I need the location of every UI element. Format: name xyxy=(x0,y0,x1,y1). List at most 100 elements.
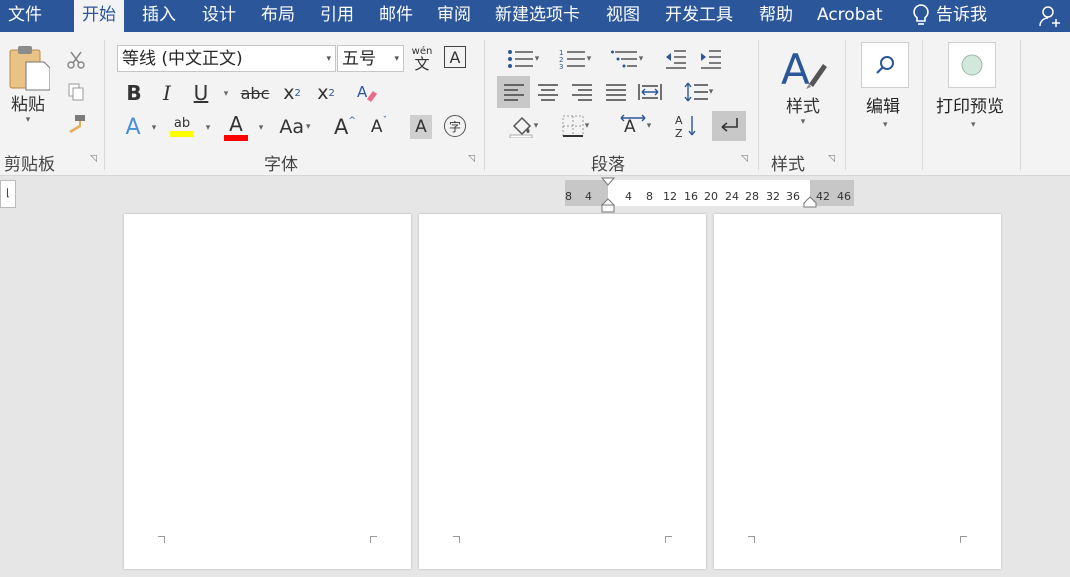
tab-references[interactable]: 引用 xyxy=(320,0,354,32)
bold-button[interactable]: B xyxy=(122,80,146,106)
subscript-button[interactable]: x2 xyxy=(278,80,306,106)
align-right-button[interactable] xyxy=(568,78,596,106)
shrink-font-letter: A xyxy=(370,117,383,137)
align-left-button[interactable] xyxy=(497,76,530,108)
phonetic-guide-button[interactable]: wén 文 xyxy=(409,44,435,74)
character-border-button[interactable]: A xyxy=(444,46,466,68)
character-shading-button[interactable]: A xyxy=(410,115,432,139)
clipboard-group-label: 剪贴板 xyxy=(4,155,55,175)
change-case-button[interactable]: Aa ▾ xyxy=(275,114,315,140)
font-color-bar xyxy=(224,135,248,141)
format-painter-button[interactable] xyxy=(64,112,88,136)
highlight-dropdown[interactable]: ▾ xyxy=(202,118,214,138)
decrease-indent-button[interactable] xyxy=(662,46,690,72)
justify-button[interactable] xyxy=(602,78,630,106)
svg-text:A: A xyxy=(781,45,810,92)
highlight-button[interactable]: ab xyxy=(168,112,196,142)
distributed-button[interactable] xyxy=(636,78,664,106)
dialog-launcher-icon[interactable]: ◹ xyxy=(468,154,478,164)
tab-selector[interactable]: ⌊ xyxy=(0,180,16,208)
tab-review[interactable]: 审阅 xyxy=(437,0,471,32)
sort-button[interactable]: AZ xyxy=(674,112,700,140)
dialog-launcher-icon[interactable]: ◹ xyxy=(90,154,100,164)
font-name-value: 等线 (中文正文) xyxy=(122,49,243,69)
chevron-down-icon: ▾ xyxy=(394,54,399,64)
align-left-icon xyxy=(503,84,524,101)
grow-font-letter: A xyxy=(334,115,349,139)
paste-button[interactable]: 粘贴 ▾ xyxy=(4,44,52,144)
multilevel-list-button[interactable]: ▾ xyxy=(604,46,650,72)
underline-dropdown[interactable]: ▾ xyxy=(220,84,232,104)
copy-button[interactable] xyxy=(64,80,88,104)
editing-label: 编辑 xyxy=(866,97,900,117)
indent-markers-icon[interactable] xyxy=(601,177,615,214)
font-name-combo[interactable]: 等线 (中文正文) ▾ xyxy=(117,45,336,72)
font-color-dropdown[interactable]: ▾ xyxy=(255,118,267,138)
sort-icon: AZ xyxy=(675,114,696,139)
show-marks-button[interactable] xyxy=(712,111,746,141)
styles-button[interactable]: A 样式 ▾ xyxy=(775,44,831,140)
document-page-3[interactable] xyxy=(714,214,1001,569)
print-preview-button[interactable] xyxy=(948,42,996,88)
clear-formatting-button[interactable]: A xyxy=(354,80,380,106)
crop-mark-icon xyxy=(665,536,672,543)
tab-file[interactable]: 文件 xyxy=(8,0,42,32)
chevron-down-icon: ▾ xyxy=(534,54,540,64)
cut-button[interactable] xyxy=(64,48,88,72)
grow-font-button[interactable]: A ^ xyxy=(332,114,358,140)
ruler-number: 42 xyxy=(816,190,830,203)
document-page-2[interactable] xyxy=(419,214,706,569)
font-color-button[interactable]: A xyxy=(222,112,250,142)
font-size-value: 五号 xyxy=(342,49,376,69)
shading-button[interactable]: ▾ xyxy=(500,112,546,140)
tab-help[interactable]: 帮助 xyxy=(759,0,793,32)
tab-view[interactable]: 视图 xyxy=(606,0,640,32)
svg-text:A: A xyxy=(357,83,368,101)
align-center-button[interactable] xyxy=(534,78,562,106)
chinese-layout-button[interactable]: A ▾ xyxy=(612,112,658,140)
svg-text:A: A xyxy=(624,117,636,137)
italic-button[interactable]: I xyxy=(155,80,179,106)
bullets-button[interactable]: ▾ xyxy=(500,46,546,72)
tab-mailings[interactable]: 邮件 xyxy=(379,0,413,32)
line-spacing-button[interactable]: ▾ xyxy=(678,78,718,106)
add-user-icon xyxy=(1039,6,1060,27)
text-effects-dropdown[interactable]: ▾ xyxy=(148,118,160,138)
superscript-button[interactable]: x2 xyxy=(312,80,340,106)
ruler-number: 36 xyxy=(786,190,800,203)
tab-insert[interactable]: 插入 xyxy=(142,0,176,32)
distributed-icon xyxy=(638,84,662,100)
tab-developer[interactable]: 开发工具 xyxy=(665,0,733,32)
right-indent-marker-icon[interactable] xyxy=(803,196,817,208)
tab-home[interactable]: 开始 xyxy=(74,0,124,36)
tab-design[interactable]: 设计 xyxy=(202,0,236,32)
enclose-characters-button[interactable]: 字 xyxy=(444,115,466,137)
borders-button[interactable]: ▾ xyxy=(552,112,598,140)
tab-new-tab[interactable]: 新建选项卡 xyxy=(495,0,580,32)
ruler-number: 8 xyxy=(565,190,572,203)
tab-acrobat[interactable]: Acrobat xyxy=(817,0,883,32)
chevron-down-icon: ▾ xyxy=(800,117,806,127)
document-page-1[interactable] xyxy=(124,214,411,569)
font-color-letter: A xyxy=(229,112,243,136)
strikethrough-button[interactable]: abc xyxy=(240,80,270,106)
dialog-launcher-icon[interactable]: ◹ xyxy=(828,154,838,164)
increase-indent-button[interactable] xyxy=(697,46,725,72)
dialog-launcher-icon[interactable]: ◹ xyxy=(741,154,751,164)
chinese-layout-icon: A xyxy=(620,114,646,137)
print-preview-label: 打印预览 xyxy=(936,97,1004,117)
tab-layout[interactable]: 布局 xyxy=(261,0,295,32)
shrink-font-button[interactable]: Aˇ xyxy=(366,114,392,140)
format-painter-icon xyxy=(69,115,85,133)
tell-me-label: 告诉我 xyxy=(936,5,987,25)
numbering-button[interactable]: 1 2 3 ▾ xyxy=(552,46,598,72)
ruler-number: 16 xyxy=(684,190,698,203)
underline-button[interactable]: U xyxy=(189,80,213,106)
editing-button[interactable] xyxy=(861,42,909,88)
caret-down-icon: ˇ xyxy=(382,116,388,126)
font-size-combo[interactable]: 五号 ▾ xyxy=(337,45,404,72)
ruler-area: ⌊ 8 4 4 8 12 16 20 24 28 32 36 42 46 xyxy=(0,176,1070,214)
text-effects-button[interactable]: A xyxy=(120,114,146,140)
align-center-icon xyxy=(538,84,558,101)
tell-me-box[interactable]: 告诉我 xyxy=(912,0,987,32)
